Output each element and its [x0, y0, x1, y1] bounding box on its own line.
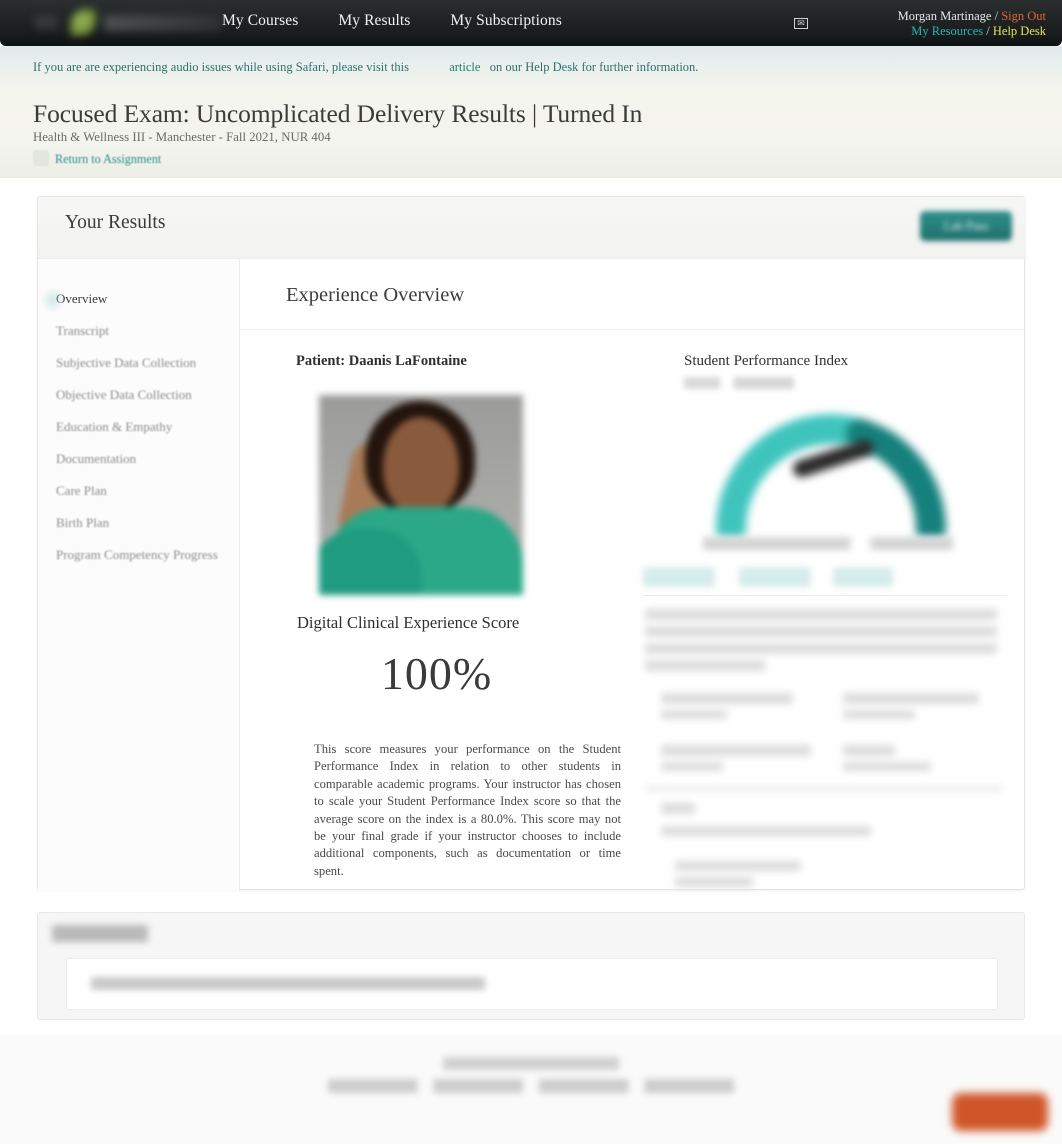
results-heading: Your Results [65, 212, 166, 233]
spi-metric-2-label [843, 693, 979, 704]
comments-placeholder-redacted [91, 977, 485, 990]
spi-tab-row [643, 567, 1023, 596]
spi-metric-3-value [661, 762, 723, 771]
main-nav-links: My Courses My Results My Subscriptions [222, 12, 562, 30]
return-to-assignment-link[interactable]: Return to Assignment [32, 150, 161, 167]
patient-name-label: Patient: Daanis LaFontaine [296, 353, 467, 369]
spi-metric-3-label [661, 745, 811, 756]
nav-item-my-subscriptions[interactable]: My Subscriptions [450, 12, 561, 30]
comments-section [37, 912, 1025, 1020]
sidebar-item-birth-plan[interactable]: Birth Plan [38, 507, 240, 539]
account-menu: Morgan Martinage / Sign Out My Resources… [898, 9, 1046, 39]
leaf-icon [70, 9, 96, 36]
spi-tab-2[interactable] [739, 567, 811, 587]
results-sidebar-nav: Overview Transcript Subjective Data Coll… [38, 283, 240, 571]
spi-metric-1-label [661, 693, 793, 704]
alert-text-before: If you are are experiencing audio issues… [33, 60, 409, 74]
my-resources-link[interactable]: My Resources [911, 24, 983, 38]
spi-footnote-line-2 [675, 877, 753, 887]
results-content-panel: Experience Overview Patient: Daanis LaFo… [240, 259, 1026, 891]
dce-score-value: 100% [380, 648, 493, 699]
top-navigation-bar: My Courses My Results My Subscriptions ✉… [0, 0, 1062, 46]
sidebar-item-education-and-empathy[interactable]: Education & Empathy [38, 411, 240, 443]
student-performance-index-label: Student Performance Index [684, 353, 849, 369]
nav-item-my-results[interactable]: My Results [338, 12, 410, 30]
sidebar-item-care-plan[interactable]: Care Plan [38, 475, 240, 507]
sign-out-link[interactable]: Sign Out [1001, 9, 1046, 23]
chat-support-button[interactable] [952, 1093, 1048, 1131]
lab-pass-button[interactable]: Lab Pass [920, 211, 1012, 241]
spi-paragraph-line-1 [645, 609, 997, 620]
results-card: Your Results Lab Pass Overview Transcrip… [37, 196, 1026, 891]
sidebar-item-subjective-data-collection[interactable]: Subjective Data Collection [38, 347, 240, 379]
sidebar-item-documentation[interactable]: Documentation [38, 443, 240, 475]
spi-paragraph-line-3 [645, 643, 997, 654]
audio-issue-alert-banner: If you are are experiencing audio issues… [0, 46, 1062, 90]
spi-paragraph-line-2 [645, 626, 997, 637]
alert-article-link[interactable]: article [449, 60, 480, 74]
spi-metric-1-value [661, 710, 727, 719]
account-username: Morgan Martinage [897, 9, 992, 23]
footer-copyright-redacted [443, 1057, 619, 1070]
spi-metric-4-value [843, 762, 931, 771]
results-sidebar: Overview Transcript Subjective Data Coll… [38, 259, 240, 891]
nav-item-my-courses[interactable]: My Courses [222, 12, 298, 30]
comments-title-redacted [52, 925, 148, 942]
sidebar-item-objective-data-collection[interactable]: Objective Data Collection [38, 379, 240, 411]
gauge-caption-redacted [703, 537, 953, 550]
spi-section-divider [645, 787, 1003, 790]
alert-message: If you are are experiencing audio issues… [33, 60, 698, 75]
brand-wordmark [104, 15, 222, 31]
page-subtitle: Health & Wellness III - Manchester - Fal… [33, 130, 331, 144]
brand-logo[interactable] [28, 6, 228, 40]
spi-tab-3[interactable] [833, 567, 893, 587]
footer-links-redacted [328, 1079, 734, 1093]
help-desk-link[interactable]: Help Desk [993, 24, 1046, 38]
spi-tab-1[interactable] [643, 567, 715, 587]
spi-subline-redacted [684, 377, 794, 389]
content-divider [240, 329, 1026, 330]
results-card-header: Your Results Lab Pass [38, 197, 1026, 259]
envelope-icon[interactable]: ✉ [794, 18, 808, 29]
page-title-section: Focused Exam: Uncomplicated Delivery Res… [0, 90, 1062, 178]
spi-paragraph-line-4 [645, 660, 765, 671]
spi-footnote-line-1 [675, 861, 801, 871]
account-separator-1: / [994, 9, 999, 23]
dce-score-label: Digital Clinical Experience Score [297, 613, 520, 632]
spi-extra-label [661, 803, 695, 814]
patient-photo [319, 395, 523, 595]
sidebar-item-program-competency-progress[interactable]: Program Competency Progress [38, 539, 240, 571]
spi-tab-divider [643, 595, 1007, 596]
spi-metric-4-label [843, 745, 895, 756]
page-footer [0, 1035, 1062, 1144]
comments-input-box[interactable] [66, 958, 998, 1010]
sidebar-item-overview[interactable]: Overview [38, 283, 240, 315]
sidebar-item-transcript[interactable]: Transcript [38, 315, 240, 347]
photo-face [383, 417, 459, 515]
logo-mark [34, 15, 58, 29]
page-title: Focused Exam: Uncomplicated Delivery Res… [33, 99, 643, 128]
alert-text-after: on our Help Desk for further information… [489, 60, 699, 74]
spi-extra-row [661, 826, 871, 836]
spi-metric-2-value [843, 710, 915, 719]
experience-overview-heading: Experience Overview [286, 284, 465, 306]
account-separator-2: / [986, 24, 990, 38]
dce-score-description: This score measures your performance on … [314, 742, 621, 878]
